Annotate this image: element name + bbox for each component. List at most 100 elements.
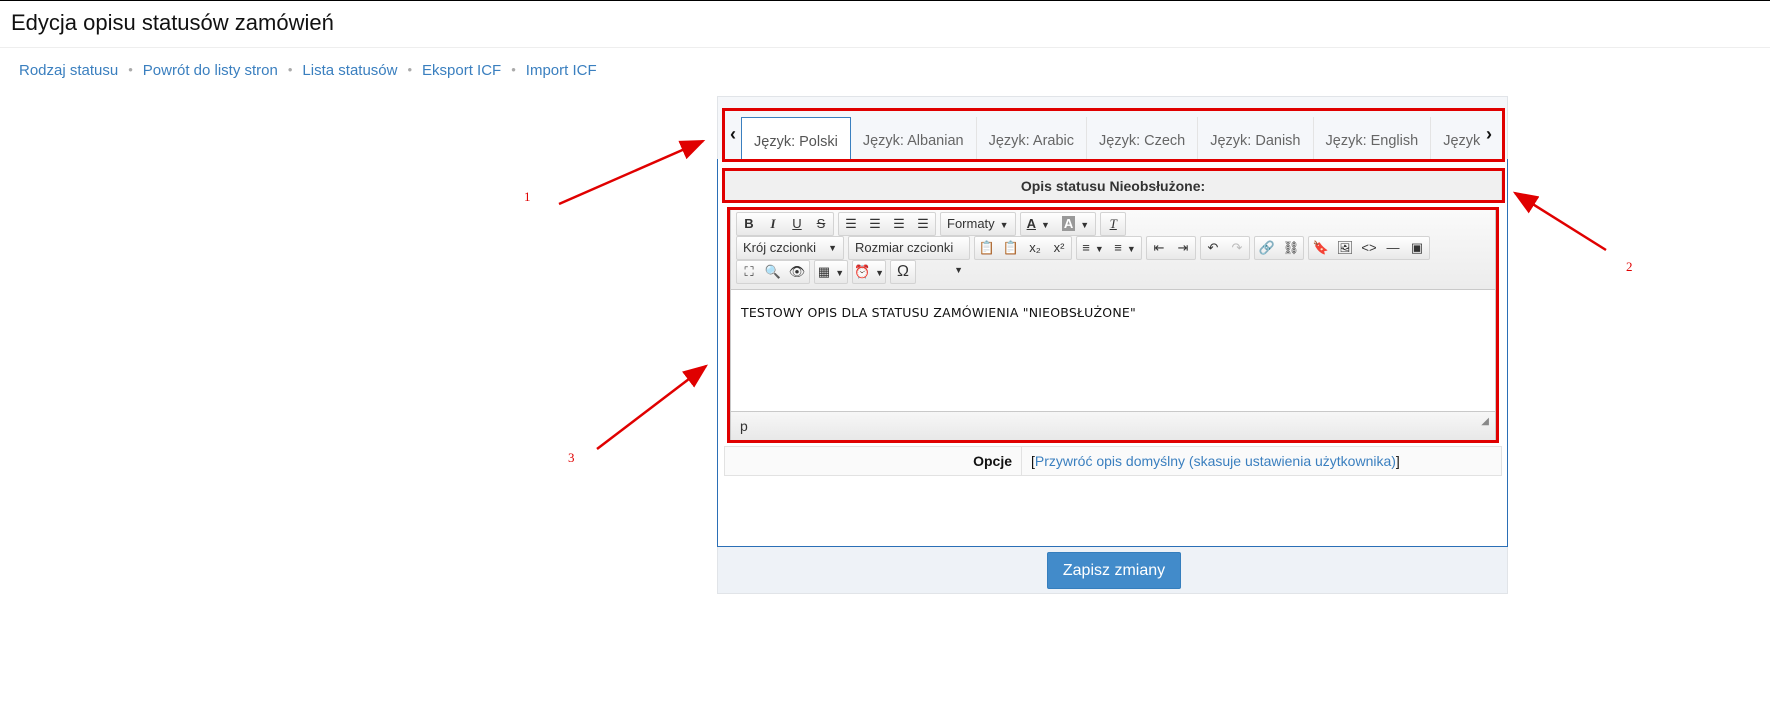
editor-content-area[interactable]: TESTOWY OPIS DLA STATUSU ZAMÓWIENIA "NIE… bbox=[731, 290, 1495, 411]
options-value: [Przywróć opis domyślny (skasuje ustawie… bbox=[1031, 447, 1400, 475]
nav-link-export-icf[interactable]: Eksport ICF bbox=[422, 62, 501, 79]
nav-separator: • bbox=[128, 62, 133, 77]
options-label: Opcje bbox=[725, 447, 1022, 475]
title-divider bbox=[0, 47, 1770, 48]
strikethrough-icon[interactable]: S bbox=[809, 213, 833, 235]
indent-group: ⇤ ⇥ bbox=[1146, 236, 1196, 260]
tab-lang-english[interactable]: Język: English bbox=[1313, 117, 1432, 161]
background-color-dropdown[interactable]: A ▼ bbox=[1056, 213, 1095, 235]
nav-separator: • bbox=[511, 62, 516, 77]
bookmark-icon[interactable]: 🔖 bbox=[1309, 237, 1333, 259]
unlink-icon[interactable]: ⛓ bbox=[1279, 237, 1303, 259]
image-icon[interactable]: 🖼 bbox=[1333, 237, 1357, 259]
datetime-group: ⏰ ▼ bbox=[852, 260, 886, 284]
font-family-group: Krój czcionki ▼ bbox=[736, 236, 844, 260]
restore-default-link[interactable]: Przywróć opis domyślny (skasuje ustawien… bbox=[1035, 453, 1396, 469]
clock-icon[interactable]: ⏰ ▼ bbox=[853, 261, 885, 283]
formats-label: Formaty bbox=[947, 216, 995, 231]
outdent-icon[interactable]: ⇤ bbox=[1147, 237, 1171, 259]
bold-icon[interactable]: B bbox=[737, 213, 761, 235]
font-size-label: Rozmiar czcionki bbox=[855, 240, 954, 255]
align-center-icon[interactable]: ☰ bbox=[863, 213, 887, 235]
numbered-list-icon[interactable]: ≡ ▼ bbox=[1109, 237, 1141, 259]
table-group: ▦ ▼ bbox=[814, 260, 848, 284]
font-family-dropdown[interactable]: Krój czcionki ▼ bbox=[737, 237, 843, 259]
text-color-dropdown[interactable]: A ▼ bbox=[1021, 213, 1056, 235]
history-group: ↶ ↷ bbox=[1200, 236, 1250, 260]
chevron-right-icon[interactable]: › bbox=[1481, 124, 1497, 144]
align-left-icon[interactable]: ☰ bbox=[839, 213, 863, 235]
editor-toolbar: BIUS ☰ ☰ ☰ ☰ Formaty ▼ A ▼ A ▼ T Krój czcionki ▼… bbox=[731, 210, 1495, 290]
resize-handle-icon[interactable]: ◢ bbox=[1481, 408, 1489, 436]
paste-text-icon[interactable]: 📋 bbox=[999, 237, 1023, 259]
toolbar-row-1: BIUS ☰ ☰ ☰ ☰ Formaty ▼ A ▼ A ▼ T bbox=[736, 212, 1130, 236]
tab-lang-polski[interactable]: Język: Polski bbox=[741, 117, 851, 161]
link-icon[interactable]: 🔗 bbox=[1255, 237, 1279, 259]
table-icon[interactable]: ▦ ▼ bbox=[815, 261, 847, 283]
font-size-group: Rozmiar czcionki ▼ bbox=[848, 236, 970, 275]
redo-icon[interactable]: ↷ bbox=[1225, 237, 1249, 259]
toolbar-row-3: ⛶ 🔍 👁 ▦ ▼ ⏰ ▼ Ω bbox=[736, 260, 920, 284]
status-description-header: Opis statusu Nieobsłużone: bbox=[724, 170, 1502, 202]
toolbar-row-2: Krój czcionki ▼ Rozmiar czcionki ▼ 📋 📋 x₂ x² … bbox=[736, 236, 1434, 275]
chevron-left-icon[interactable]: ‹ bbox=[725, 124, 741, 144]
background-color-icon: A bbox=[1061, 216, 1076, 231]
find-icon[interactable]: 🔍 bbox=[761, 261, 785, 283]
chevron-down-icon: ▼ bbox=[1080, 220, 1090, 230]
language-tab-list: Język: Polski Język: Albanian Język: Arabi… bbox=[741, 117, 1481, 161]
subscript-icon[interactable]: x₂ bbox=[1023, 237, 1047, 259]
formats-group: Formaty ▼ bbox=[940, 212, 1016, 236]
tab-lang-albanian[interactable]: Język: Albanian bbox=[850, 117, 977, 161]
media-icon[interactable]: ▣ bbox=[1405, 237, 1429, 259]
underline-icon[interactable]: U bbox=[785, 213, 809, 235]
nav-separator: • bbox=[287, 62, 293, 77]
text-color-icon: A bbox=[1026, 216, 1036, 231]
nav-links: Rodzaj statusu • Powrót do listy stron • Lis… bbox=[19, 62, 597, 79]
link-group: 🔗 ⛓ bbox=[1254, 236, 1304, 260]
font-family-label: Krój czcionki bbox=[743, 240, 816, 255]
code-icon[interactable]: <> bbox=[1357, 237, 1381, 259]
element-path[interactable]: p bbox=[740, 418, 748, 434]
nav-link-back-to-pages[interactable]: Powrót do listy stron bbox=[143, 62, 278, 79]
color-group: A ▼ A ▼ bbox=[1019, 212, 1097, 236]
bullet-list-icon[interactable]: ≡ ▼ bbox=[1077, 237, 1109, 259]
align-justify-icon[interactable]: ☰ bbox=[911, 213, 935, 235]
list-group: ≡ ▼ ≡ ▼ bbox=[1076, 236, 1142, 260]
nav-link-status-list[interactable]: Lista statusów bbox=[302, 62, 397, 79]
fullscreen-icon[interactable]: ⛶ bbox=[737, 261, 761, 283]
paste-icon[interactable]: 📋 bbox=[975, 237, 999, 259]
language-tabs: ‹ Język: Polski Język: Albanian Język: Ara… bbox=[724, 110, 1501, 161]
nav-link-import-icf[interactable]: Import ICF bbox=[526, 62, 597, 79]
formats-dropdown[interactable]: Formaty ▼ bbox=[941, 213, 1015, 235]
italic-icon[interactable]: I bbox=[761, 213, 785, 235]
annotation-number-3: 3 bbox=[568, 450, 575, 465]
clear-formatting-icon[interactable]: T bbox=[1101, 213, 1125, 235]
tab-lang-arabic[interactable]: Język: Arabic bbox=[976, 117, 1087, 161]
top-border bbox=[0, 0, 1770, 1]
save-changes-button[interactable]: Zapisz zmiany bbox=[1047, 552, 1181, 589]
superscript-icon[interactable]: x² bbox=[1047, 237, 1071, 259]
chevron-down-icon: ▼ bbox=[1040, 220, 1050, 230]
nav-separator: • bbox=[407, 62, 413, 77]
paste-group: 📋 📋 x₂ x² bbox=[974, 236, 1072, 260]
annotation-number-2: 2 bbox=[1626, 259, 1633, 274]
chevron-down-icon: ▼ bbox=[999, 220, 1009, 230]
align-right-icon[interactable]: ☰ bbox=[887, 213, 911, 235]
editor-statusbar: p ◢ bbox=[731, 411, 1495, 440]
tab-lang-danish[interactable]: Język: Danish bbox=[1198, 117, 1314, 161]
text-style-group: BIUS bbox=[736, 212, 834, 236]
font-size-dropdown[interactable]: Rozmiar czcionki ▼ bbox=[849, 237, 969, 275]
horizontal-rule-icon[interactable]: — bbox=[1381, 237, 1405, 259]
bracket-close: ] bbox=[1395, 453, 1400, 469]
chevron-down-icon: ▼ bbox=[828, 243, 837, 253]
tab-lang-czech[interactable]: Język: Czech bbox=[1087, 117, 1199, 161]
insert-group: 🔖 🖼 <> — ▣ bbox=[1308, 236, 1430, 260]
undo-icon[interactable]: ↶ bbox=[1201, 237, 1225, 259]
tab-lang-finnish[interactable]: Język: Finnish bbox=[1431, 117, 1481, 161]
special-character-icon[interactable]: Ω bbox=[891, 261, 915, 283]
options-row: Opcje [Przywróć opis domyślny (skasuje u… bbox=[724, 446, 1502, 476]
nav-link-status-type[interactable]: Rodzaj statusu bbox=[19, 62, 118, 79]
align-group: ☰ ☰ ☰ ☰ bbox=[838, 212, 936, 236]
indent-icon[interactable]: ⇥ bbox=[1171, 237, 1195, 259]
preview-icon[interactable]: 👁 bbox=[785, 261, 809, 283]
